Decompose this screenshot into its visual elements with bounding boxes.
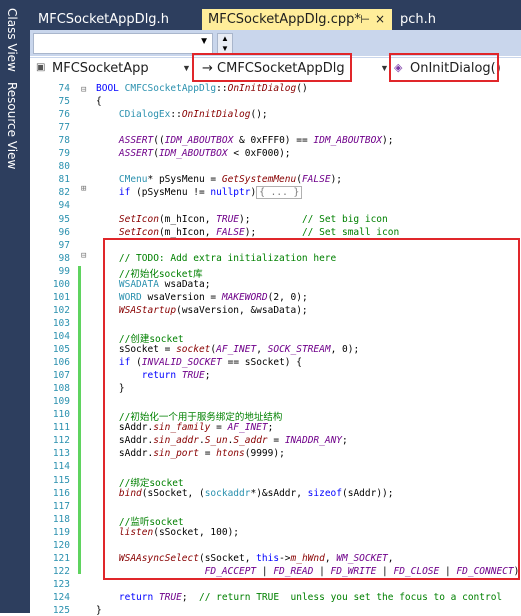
tab-pch-h[interactable]: pch.h <box>394 9 474 30</box>
line-number: 119 <box>52 526 70 538</box>
project-dropdown[interactable]: MFCSocketApp <box>52 61 149 76</box>
line-number: 103 <box>52 317 70 329</box>
line-number: 104 <box>52 330 70 342</box>
arrow-up-icon[interactable]: ▲ <box>218 34 232 44</box>
side-tab-resource-view[interactable]: Resource View <box>5 82 19 169</box>
line-number: 117 <box>52 500 70 512</box>
line-number: 106 <box>52 357 70 369</box>
chevron-down-icon[interactable]: ▼ <box>182 63 191 73</box>
tab-label: MFCSocketAppDlg.h <box>38 12 169 27</box>
line-number: 121 <box>52 552 70 564</box>
tab-label: pch.h <box>400 12 437 27</box>
line-number: 113 <box>52 448 70 460</box>
scope-combo[interactable]: ▼ <box>33 33 213 54</box>
line-number: 102 <box>52 304 70 316</box>
line-number: 96 <box>58 226 70 238</box>
line-number: 76 <box>58 109 70 121</box>
line-number-gutter: 74 75 76 77 78 79 80 81 82 94 95 96 97 98 99 100 101 102 1… <box>30 82 74 616</box>
line-number: 109 <box>52 396 70 408</box>
line-number: 101 <box>52 291 70 303</box>
code-line[interactable]: CDialogEx::OnInitDialog(); <box>96 109 268 120</box>
line-number: 79 <box>58 148 70 160</box>
line-number: 123 <box>52 578 70 590</box>
highlight-class-box <box>192 53 352 82</box>
line-number: 77 <box>58 122 70 134</box>
line-number: 108 <box>52 383 70 395</box>
fold-toggle[interactable]: ⊞ <box>81 184 86 194</box>
highlight-member-box <box>389 53 499 82</box>
line-number: 120 <box>52 539 70 551</box>
line-number: 115 <box>52 474 70 486</box>
line-number: 82 <box>58 187 70 199</box>
fold-toggle[interactable]: ⊟ <box>81 251 86 261</box>
code-line[interactable]: CMenu* pSysMenu = GetSystemMenu(FALSE); <box>96 174 342 185</box>
line-number: 114 <box>52 461 70 473</box>
line-number: 75 <box>58 96 70 108</box>
close-icon[interactable]: × <box>375 9 385 30</box>
side-panel: Class View Resource View <box>0 0 30 613</box>
line-number: 80 <box>58 161 70 173</box>
line-number: 111 <box>52 422 70 434</box>
chevron-down-icon[interactable]: ▼ <box>199 36 209 47</box>
line-number: 107 <box>52 370 70 382</box>
code-line[interactable]: } <box>96 605 102 616</box>
highlight-code-region <box>103 238 520 580</box>
line-number: 110 <box>52 409 70 421</box>
line-number: 112 <box>52 435 70 447</box>
line-number: 74 <box>58 83 70 94</box>
pin-icon[interactable]: ⊢ <box>360 9 370 30</box>
line-number: 98 <box>58 252 70 264</box>
document-tab-bar: MFCSocketAppDlg.h MFCSocketAppDlg.cpp* ⊢… <box>30 0 521 30</box>
tab-label: MFCSocketAppDlg.cpp* <box>208 12 361 27</box>
line-number: 116 <box>52 487 70 499</box>
line-number: 125 <box>52 605 70 616</box>
fold-toggle[interactable]: ⊟ <box>81 85 86 95</box>
spin-buttons[interactable]: ▲ ▼ <box>217 33 233 55</box>
code-line[interactable]: ASSERT(IDM_ABOUTBOX < 0xF000); <box>96 148 291 159</box>
code-line[interactable]: BOOL CMFCSocketAppDlg::OnInitDialog() <box>96 83 308 94</box>
tab-mfcsocketappdlg-h[interactable]: MFCSocketAppDlg.h <box>32 9 202 30</box>
code-line[interactable]: return TRUE; // return TRUE unless you s… <box>96 592 502 603</box>
line-number: 81 <box>58 174 70 186</box>
line-number: 100 <box>52 278 70 290</box>
code-line[interactable]: ASSERT((IDM_ABOUTBOX & 0xFFF0) == IDM_AB… <box>96 135 394 146</box>
line-number: 124 <box>52 591 70 603</box>
change-marker <box>78 266 81 574</box>
line-number: 95 <box>58 213 70 225</box>
code-line[interactable]: if (pSysMenu != nullptr){ ... } <box>96 186 303 200</box>
line-number: 78 <box>58 135 70 147</box>
line-number: 99 <box>58 265 70 277</box>
project-icon: ▣ <box>36 62 46 73</box>
line-number: 118 <box>52 513 70 525</box>
code-line[interactable]: SetIcon(m_hIcon, FALSE); // Set small ic… <box>96 227 399 238</box>
code-line[interactable]: { <box>96 96 102 107</box>
line-number: 94 <box>58 200 70 212</box>
tab-mfcsocketappdlg-cpp[interactable]: MFCSocketAppDlg.cpp* ⊢ × <box>202 9 392 30</box>
line-number: 105 <box>52 344 70 355</box>
line-number: 122 <box>52 565 70 577</box>
side-tab-class-view[interactable]: Class View <box>5 8 19 72</box>
code-line[interactable]: SetIcon(m_hIcon, TRUE); // Set big icon <box>96 214 388 225</box>
chevron-down-icon[interactable]: ▼ <box>380 63 389 73</box>
line-number: 97 <box>58 239 70 251</box>
